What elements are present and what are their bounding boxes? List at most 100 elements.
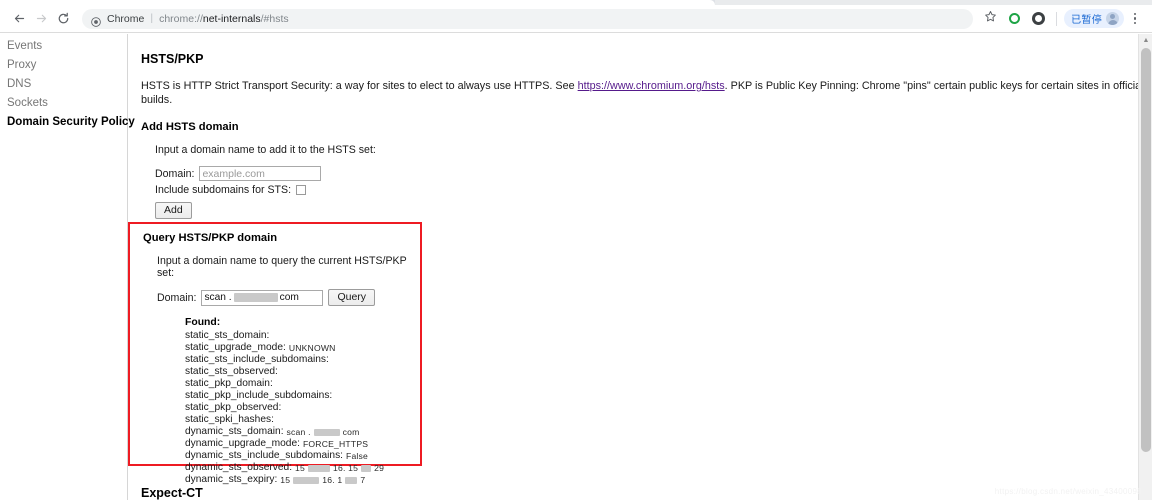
result-row: static_pkp_observed: (185, 402, 420, 414)
result-key: static_pkp_observed: (185, 402, 282, 413)
result-row: dynamic_sts_include_subdomains: False (185, 450, 420, 462)
forward-arrow-icon (35, 12, 48, 25)
green-circle-extension-icon (1008, 13, 1020, 24)
scrollbar-thumb[interactable] (1141, 48, 1151, 452)
result-key: static_upgrade_mode: (185, 342, 286, 353)
query-button[interactable]: Query (328, 289, 376, 306)
expect-ct-section: Expect-CT Expect-CT allows sites to elec… (141, 486, 1141, 500)
browser-toolbar: Chrome | chrome://net-internals/#hsts 已暂… (0, 5, 1152, 33)
result-row: dynamic_sts_domain: scan . com (185, 426, 420, 438)
result-key: static_pkp_domain: (185, 378, 273, 389)
watermark-text: https://blog.csdn.net/weixin_43400098 (994, 487, 1142, 496)
menu-dot (1133, 21, 1137, 25)
result-key: static_pkp_include_subdomains: (185, 390, 333, 401)
query-domain-hint: Input a domain name to query the current… (157, 255, 407, 279)
hsts-desc-part1: HSTS is HTTP Strict Transport Security: … (141, 80, 578, 92)
result-row: dynamic_sts_observed: 15 16. 15 29 (185, 462, 420, 474)
hsts-description: HSTS is HTTP Strict Transport Security: … (141, 79, 1152, 107)
result-key: dynamic_sts_observed: (185, 462, 293, 473)
result-key: dynamic_sts_expiry: (185, 474, 278, 485)
back-arrow-icon (13, 12, 26, 25)
add-hsts-domain-form: Input a domain name to add it to the HST… (141, 144, 1152, 219)
result-row: static_spki_hashes: (185, 414, 420, 426)
avatar-icon (1106, 12, 1119, 25)
query-result: Found: static_sts_domain: static_upgrade… (157, 317, 420, 486)
bookmark-button[interactable] (979, 8, 1001, 30)
query-hsts-domain-form: Input a domain name to query the current… (143, 255, 420, 486)
profile-badge-label: 已暂停 (1071, 15, 1102, 26)
add-domain-input[interactable] (199, 166, 322, 181)
add-domain-label: Domain: (155, 167, 195, 180)
sidebar-item-domain-security-policy[interactable]: Domain Security Policy (0, 112, 135, 131)
result-row: static_pkp_domain: (185, 378, 420, 390)
add-button[interactable]: Add (155, 202, 192, 219)
query-domain-label: Domain: (157, 291, 197, 304)
sidebar-item-dns[interactable]: DNS (0, 74, 127, 93)
result-value: 16. 15 (333, 463, 359, 473)
result-row: static_sts_domain: (185, 330, 420, 342)
redaction-block (345, 476, 358, 484)
menu-dot (1133, 17, 1137, 20)
reload-icon (57, 12, 70, 25)
result-value: UNKNOWN (288, 343, 336, 353)
extension-dark-button[interactable] (1027, 8, 1049, 30)
result-key: static_sts_domain: (185, 330, 270, 341)
omnibox-chrome-label: Chrome (107, 12, 145, 25)
omnibox-url-fragment: /#hsts (260, 12, 289, 25)
chromium-hsts-link[interactable]: https://www.chromium.org/hsts (578, 80, 725, 92)
reload-button[interactable] (52, 8, 74, 30)
include-subdomains-checkbox[interactable] (296, 185, 307, 195)
query-domain-input[interactable]: scan . com (201, 289, 324, 306)
query-hsts-domain-heading: Query HSTS/PKP domain (143, 232, 278, 244)
toolbar-actions: 已暂停 (979, 8, 1144, 30)
add-hsts-domain-heading: Add HSTS domain (141, 121, 239, 133)
found-label: Found: (185, 317, 221, 328)
three-dot-menu-icon[interactable] (1126, 8, 1144, 30)
omnibox-separator: | (150, 12, 154, 25)
forward-button[interactable] (30, 8, 52, 30)
omnibox-url-scheme: chrome:// (159, 12, 203, 25)
query-domain-field-row: Domain: scan . com Query (157, 289, 420, 306)
main-content: HSTS/PKP HSTS is HTTP Strict Transport S… (128, 34, 1152, 500)
vertical-scrollbar[interactable]: ▲ (1138, 34, 1152, 500)
redaction-block (233, 293, 278, 302)
result-row: dynamic_upgrade_mode: FORCE_HTTPS (185, 438, 420, 450)
result-value: 15 (295, 463, 305, 473)
result-value: 7 (360, 475, 366, 485)
sidebar-item-proxy[interactable]: Proxy (0, 55, 127, 74)
sidebar-item-events[interactable]: Events (0, 36, 127, 55)
hsts-pkp-heading: HSTS/PKP (141, 52, 204, 66)
include-subdomains-label: Include subdomains for STS: (155, 184, 292, 196)
redaction-block (313, 428, 340, 436)
scroll-up-arrow-icon[interactable]: ▲ (1139, 34, 1152, 47)
omnibox-url-host: net-internals (202, 12, 261, 25)
query-domain-value-suffix: com (279, 292, 299, 303)
profile-sync-paused-button[interactable]: 已暂停 (1064, 9, 1124, 28)
toolbar-divider (1056, 11, 1058, 26)
result-row: static_upgrade_mode: UNKNOWN (185, 342, 420, 354)
redaction-block (361, 464, 372, 472)
address-bar[interactable]: Chrome | chrome://net-internals/#hsts (82, 8, 974, 29)
extension-green-button[interactable] (1003, 8, 1025, 30)
sidebar-item-sockets[interactable]: Sockets (0, 93, 127, 112)
omnibox-url: chrome://net-internals/#hsts (159, 13, 289, 25)
result-key: dynamic_sts_domain: (185, 426, 284, 437)
result-key: static_sts_include_subdomains: (185, 354, 329, 365)
back-button[interactable] (8, 8, 30, 30)
result-value: scan . (286, 427, 311, 437)
redaction-block (308, 464, 330, 472)
result-value: 29 (374, 463, 385, 473)
page-info-icon[interactable] (91, 14, 101, 27)
browser-window: Chrome | chrome://net-internals/#hsts 已暂… (0, 0, 1152, 500)
result-row: static_sts_observed: (185, 366, 420, 378)
result-value-suffix: com (342, 427, 360, 437)
result-row: static_sts_include_subdomains: (185, 354, 420, 366)
result-key: dynamic_sts_include_subdomains: (185, 450, 343, 461)
result-key: static_sts_observed: (185, 366, 278, 377)
query-hsts-pkp-section: Query HSTS/PKP domain Input a domain nam… (128, 222, 422, 485)
dark-circle-extension-icon (1031, 12, 1045, 25)
result-value: False (346, 451, 369, 461)
include-subdomains-row: Include subdomains for STS: (155, 184, 1152, 196)
result-value: 15 (280, 475, 291, 485)
query-domain-value-prefix: scan . (204, 292, 232, 303)
